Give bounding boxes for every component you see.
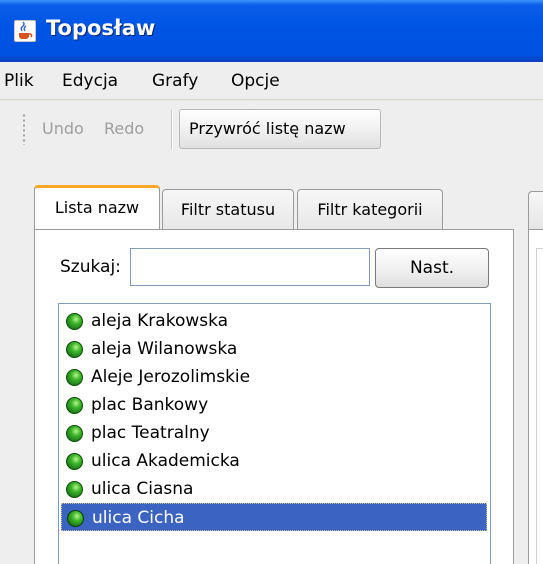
tab-label: Lista nazw [54, 198, 140, 217]
java-cup-icon [14, 20, 36, 42]
list-item[interactable]: aleja Wilanowska [61, 335, 487, 363]
toolbar-grip-icon[interactable] [22, 113, 26, 145]
menu-opcje[interactable]: Opcje [231, 71, 280, 91]
list-item-label: ulica Akademicka [91, 451, 240, 471]
list-item-label: aleja Wilanowska [91, 339, 238, 359]
list-item-label: Aleje Jerozolimskie [91, 367, 251, 387]
status-dot-icon [66, 369, 83, 386]
right-panel-tab[interactable] [528, 191, 543, 229]
list-item-label: ulica Cicha [92, 508, 185, 528]
list-item[interactable]: ulica Ciasna [61, 475, 487, 503]
list-item-label: plac Bankowy [91, 395, 209, 415]
restore-name-list-button[interactable]: Przywróć listę nazw [179, 109, 381, 149]
tab-filtr-kategorii[interactable]: Filtr kategorii [297, 189, 443, 233]
undo-button[interactable]: Undo [42, 119, 84, 138]
list-item[interactable]: plac Teatralny [61, 419, 487, 447]
list-item-label: ulica Ciasna [91, 479, 194, 499]
menu-bar: Plik Edycja Grafy Opcje [0, 62, 543, 100]
app-window: Toposław Plik Edycja Grafy Opcje Undo Re… [0, 0, 543, 564]
search-input[interactable] [130, 248, 370, 286]
next-button[interactable]: Nast. [375, 248, 489, 288]
tab-filtr-statusu[interactable]: Filtr statusu [162, 189, 294, 233]
status-dot-icon [66, 453, 83, 470]
search-label: Szukaj: [60, 257, 121, 277]
list-item-label: aleja Krakowska [91, 311, 229, 331]
status-dot-icon [66, 425, 83, 442]
list-item[interactable]: aleja Krakowska [61, 307, 487, 335]
window-title: Toposław [46, 16, 156, 40]
toolbar-separator [171, 109, 173, 149]
tab-label: Filtr statusu [180, 200, 276, 219]
list-item[interactable]: Aleje Jerozolimskie [61, 363, 487, 391]
status-dot-icon [66, 341, 83, 358]
toolbar: Undo Redo Przywróć listę nazw [0, 101, 543, 157]
tab-label: Filtr kategorii [317, 200, 423, 219]
list-item[interactable]: plac Bankowy [61, 391, 487, 419]
title-bar[interactable]: Toposław [0, 0, 543, 62]
status-dot-icon [67, 510, 84, 527]
list-item-selected[interactable]: ulica Cicha [61, 503, 487, 531]
right-panel-inner [536, 248, 543, 564]
tab-lista-nazw[interactable]: Lista nazw [34, 185, 160, 233]
menu-plik[interactable]: Plik [4, 71, 34, 91]
status-dot-icon [66, 313, 83, 330]
menu-grafy[interactable]: Grafy [152, 71, 198, 91]
name-list[interactable]: aleja Krakowska aleja Wilanowska Aleje J… [58, 303, 491, 564]
redo-button[interactable]: Redo [104, 119, 144, 138]
menu-edycja[interactable]: Edycja [62, 71, 118, 91]
status-dot-icon [66, 481, 83, 498]
list-item[interactable]: ulica Akademicka [61, 447, 487, 475]
list-item-label: plac Teatralny [91, 423, 210, 443]
status-dot-icon [66, 397, 83, 414]
